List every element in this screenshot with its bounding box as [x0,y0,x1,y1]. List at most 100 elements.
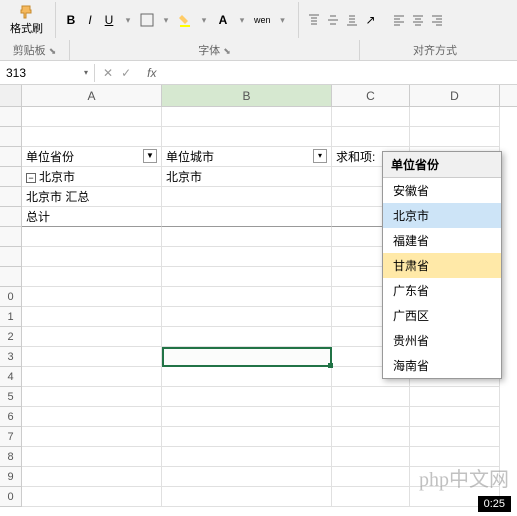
cell[interactable] [22,347,162,367]
cell[interactable] [162,347,332,367]
dropdown-item[interactable]: 贵州省 [383,328,501,353]
cell[interactable] [410,127,500,147]
row-header[interactable]: 9 [0,467,21,487]
cell[interactable] [332,387,410,407]
dropdown-item[interactable]: 广西区 [383,303,501,328]
cell[interactable] [22,127,162,147]
cell[interactable] [332,447,410,467]
cell[interactable] [22,267,162,287]
underline-button[interactable]: U [100,10,118,30]
cell[interactable]: 北京市 [162,167,332,187]
select-all-corner[interactable] [0,85,22,106]
cell[interactable] [162,187,332,207]
cell[interactable] [332,107,410,127]
cell[interactable] [162,227,332,247]
cell[interactable] [162,307,332,327]
row-header[interactable] [0,247,21,267]
cell[interactable] [162,287,332,307]
border-button[interactable] [138,10,156,30]
row-header[interactable]: 6 [0,407,21,427]
enter-icon[interactable]: ✓ [121,66,131,80]
row-header[interactable]: 2 [0,327,21,347]
cell[interactable] [410,407,500,427]
row-header[interactable]: 0 [0,487,21,507]
column-header-c[interactable]: C [332,85,410,106]
fx-icon[interactable]: fx [139,66,156,80]
cell[interactable] [22,327,162,347]
dropdown-item[interactable]: 福建省 [383,228,501,253]
font-color-dropdown[interactable]: ▾ [233,10,251,30]
cell[interactable] [22,107,162,127]
cell[interactable] [162,427,332,447]
cell[interactable] [162,447,332,467]
dropdown-item[interactable]: 海南省 [383,353,501,378]
cell[interactable] [162,367,332,387]
cell[interactable] [332,427,410,447]
dropdown-item[interactable]: 北京市 [383,203,501,228]
cell[interactable]: 总计 [22,207,162,227]
align-right-button[interactable] [428,10,446,30]
row-header[interactable]: 8 [0,447,21,467]
cell[interactable] [162,387,332,407]
pivot-field-province[interactable]: 单位省份▼ [22,147,162,167]
cell[interactable] [22,307,162,327]
column-header-d[interactable]: D [410,85,500,106]
cell[interactable] [162,107,332,127]
font-color-button[interactable]: A [214,10,232,30]
align-left-button[interactable] [390,10,408,30]
bold-button[interactable]: B [62,10,80,30]
row-header[interactable] [0,227,21,247]
row-header[interactable]: 5 [0,387,21,407]
row-header[interactable] [0,207,21,227]
dropdown-item[interactable]: 广东省 [383,278,501,303]
row-header[interactable] [0,187,21,207]
cell[interactable] [410,107,500,127]
row-header[interactable]: 7 [0,427,21,447]
cell[interactable] [332,127,410,147]
cell[interactable] [332,487,410,507]
cell[interactable] [162,327,332,347]
cell[interactable] [162,127,332,147]
column-header-a[interactable]: A [22,85,162,106]
cell[interactable] [162,207,332,227]
align-top-button[interactable] [305,10,323,30]
row-header[interactable] [0,267,21,287]
dropdown-icon[interactable]: ▾ [313,149,327,163]
column-header-b[interactable]: B [162,85,332,106]
row-header[interactable]: 0 [0,287,21,307]
cell[interactable] [22,467,162,487]
row-header[interactable] [0,167,21,187]
underline-dropdown[interactable]: ▾ [119,10,137,30]
cancel-icon[interactable]: ✕ [103,66,113,80]
row-header[interactable] [0,107,21,127]
align-center-button[interactable] [409,10,427,30]
format-painter-button[interactable]: 格式刷 [4,4,49,36]
italic-button[interactable]: I [81,10,99,30]
cell[interactable] [332,467,410,487]
dropdown-item[interactable]: 安徽省 [383,178,501,203]
cell[interactable]: −北京市 [22,167,162,187]
fill-color-button[interactable] [176,10,194,30]
cell[interactable] [162,467,332,487]
border-dropdown[interactable]: ▾ [157,10,175,30]
cell[interactable] [410,427,500,447]
align-middle-button[interactable] [324,10,342,30]
orientation-button[interactable]: ↗ [362,10,380,30]
cell[interactable] [22,367,162,387]
name-box[interactable]: 313▾ [0,64,95,82]
align-bottom-button[interactable] [343,10,361,30]
phonetic-dropdown[interactable]: ▾ [274,10,292,30]
cell[interactable] [332,407,410,427]
cell[interactable] [162,247,332,267]
fill-dropdown[interactable]: ▾ [195,10,213,30]
cell[interactable] [22,487,162,507]
cell[interactable] [162,407,332,427]
row-header[interactable] [0,127,21,147]
cell[interactable] [22,407,162,427]
row-header[interactable]: 1 [0,307,21,327]
cell[interactable] [22,287,162,307]
cell[interactable] [22,427,162,447]
cell[interactable] [22,447,162,467]
pivot-field-city[interactable]: 单位城市▾ [162,147,332,167]
cell[interactable] [22,387,162,407]
